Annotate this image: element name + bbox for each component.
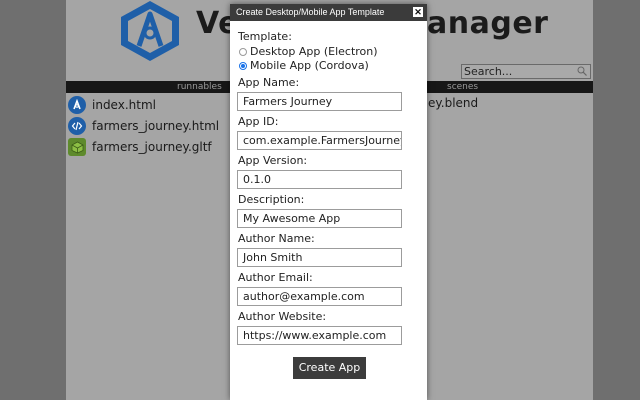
- radio-button-checked[interactable]: [239, 61, 247, 70]
- search-icon: [577, 66, 587, 76]
- author-website-label: Author Website:: [238, 310, 327, 323]
- file-item-index[interactable]: index.html: [66, 94, 156, 116]
- column-runnables: runnables: [177, 82, 222, 92]
- radio-button-unchecked[interactable]: [239, 47, 247, 56]
- author-website-field[interactable]: https://www.example.com: [237, 326, 402, 345]
- app-id-field[interactable]: com.example.FarmersJourney: [237, 131, 402, 150]
- author-email-label: Author Email:: [238, 271, 313, 284]
- author-name-label: Author Name:: [238, 232, 315, 245]
- radio-label: Desktop App (Electron): [250, 45, 378, 58]
- file-name: farmers_journey.gltf: [92, 140, 212, 154]
- gltf-cube-icon: [68, 138, 86, 156]
- create-app-button[interactable]: Create App: [293, 357, 366, 379]
- dialog-title: Create Desktop/Mobile App Template: [236, 7, 385, 17]
- file-name: farmers_journey.html: [92, 119, 220, 133]
- radio-mobile-cordova[interactable]: Mobile App (Cordova): [239, 59, 369, 72]
- app-title-end: anager: [427, 6, 549, 41]
- author-email-field[interactable]: author@example.com: [237, 287, 402, 306]
- app-version-label: App Version:: [238, 154, 308, 167]
- description-label: Description:: [238, 193, 305, 206]
- template-label: Template:: [238, 30, 292, 43]
- code-file-icon: [68, 117, 86, 135]
- author-name-field[interactable]: John Smith: [237, 248, 402, 267]
- radio-desktop-electron[interactable]: Desktop App (Electron): [239, 45, 378, 58]
- file-name: index.html: [92, 98, 156, 112]
- app-version-field[interactable]: 0.1.0: [237, 170, 402, 189]
- description-field[interactable]: My Awesome App: [237, 209, 402, 228]
- app-name-label: App Name:: [238, 76, 300, 89]
- scene-item-partial[interactable]: ey.blend: [428, 96, 478, 110]
- app-id-label: App ID:: [238, 115, 279, 128]
- app-logo-icon: [121, 1, 179, 61]
- verge-logo-icon: [68, 96, 86, 114]
- close-icon: ✕: [414, 7, 422, 17]
- dialog-titlebar: Create Desktop/Mobile App Template ✕: [230, 4, 427, 21]
- file-item-html[interactable]: farmers_journey.html: [66, 115, 219, 137]
- file-item-gltf[interactable]: farmers_journey.gltf: [66, 136, 212, 158]
- close-button[interactable]: ✕: [413, 7, 423, 17]
- search-placeholder: Search...: [464, 65, 513, 78]
- radio-label: Mobile App (Cordova): [250, 59, 369, 72]
- search-input[interactable]: Search...: [461, 64, 591, 79]
- create-app-template-dialog: Create Desktop/Mobile App Template ✕ Tem…: [230, 4, 427, 400]
- app-name-field[interactable]: Farmers Journey: [237, 92, 402, 111]
- column-scenes: scenes: [447, 82, 479, 92]
